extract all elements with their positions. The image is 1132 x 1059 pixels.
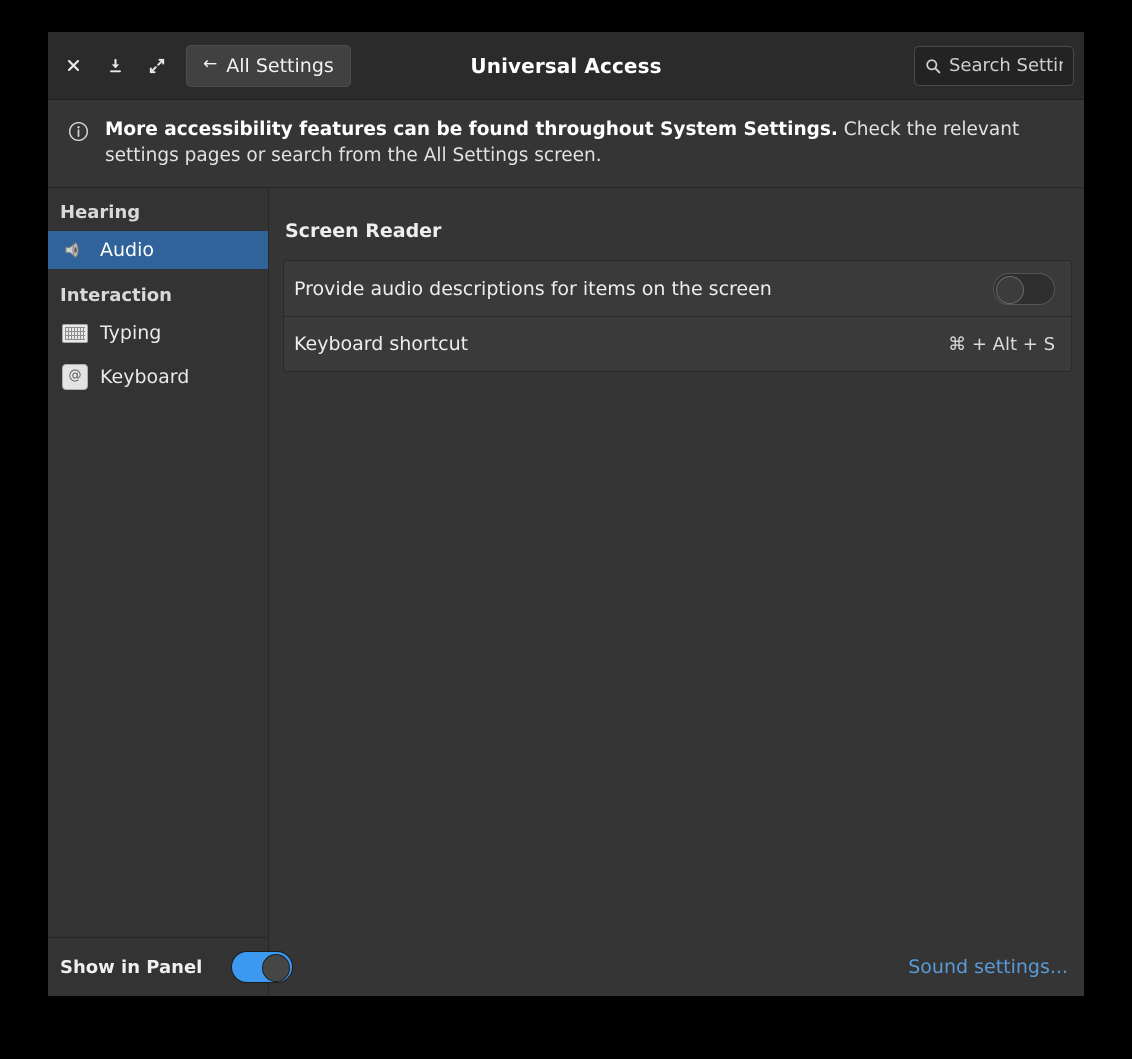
content-footer: Sound settings... (283, 938, 1072, 996)
sidebar-item-typing[interactable]: Typing (48, 314, 268, 352)
info-icon (68, 121, 89, 146)
section-title-screen-reader: Screen Reader (285, 220, 1072, 242)
sidebar-group-header-interaction: Interaction (48, 279, 268, 314)
at-key-icon: @ (62, 364, 88, 390)
toggle-knob (262, 954, 290, 982)
settings-window: ← All Settings Universal Access Search S… (48, 32, 1084, 996)
all-settings-label: All Settings (226, 55, 334, 77)
show-in-panel-toggle[interactable] (231, 951, 293, 983)
screen-reader-card: Provide audio descriptions for items on … (283, 260, 1072, 372)
speaker-icon (62, 237, 88, 263)
keyboard-icon (62, 320, 88, 346)
all-settings-button[interactable]: ← All Settings (186, 45, 351, 87)
show-in-panel-row: Show in Panel (48, 937, 268, 996)
row-label-keyboard-shortcut: Keyboard shortcut (294, 333, 948, 355)
window-controls (62, 55, 168, 77)
sidebar-item-audio[interactable]: Audio (48, 231, 268, 269)
window-body: Hearing Audio Interaction (48, 188, 1084, 996)
sidebar: Hearing Audio Interaction (48, 188, 269, 996)
sidebar-item-label-audio: Audio (100, 239, 154, 261)
sound-settings-link[interactable]: Sound settings... (908, 956, 1068, 978)
close-icon[interactable] (62, 55, 84, 77)
search-input[interactable]: Search Settin... (914, 46, 1074, 86)
sidebar-list: Hearing Audio Interaction (48, 188, 268, 937)
search-placeholder: Search Settin... (949, 55, 1063, 76)
sidebar-item-keyboard[interactable]: @ Keyboard (48, 358, 268, 396)
info-banner-text: More accessibility features can be found… (105, 117, 1055, 169)
content-spacer (283, 372, 1072, 938)
show-in-panel-label: Show in Panel (60, 957, 202, 978)
window-header-bar: ← All Settings Universal Access Search S… (48, 32, 1084, 100)
row-label-audio-descriptions: Provide audio descriptions for items on … (294, 278, 993, 300)
audio-descriptions-toggle[interactable] (993, 273, 1055, 305)
back-arrow-icon: ← (203, 56, 217, 73)
sidebar-item-label-typing: Typing (100, 322, 161, 344)
toggle-knob (996, 276, 1024, 304)
minimize-icon[interactable] (104, 55, 126, 77)
maximize-icon[interactable] (146, 55, 168, 77)
main-content: Screen Reader Provide audio descriptions… (269, 188, 1084, 996)
row-keyboard-shortcut[interactable]: Keyboard shortcut ⌘ + Alt + S (284, 316, 1071, 371)
sidebar-group-header-hearing: Hearing (48, 196, 268, 231)
keyboard-shortcut-value: ⌘ + Alt + S (948, 334, 1055, 355)
row-audio-descriptions[interactable]: Provide audio descriptions for items on … (284, 261, 1071, 316)
search-icon (925, 58, 941, 74)
sidebar-item-label-keyboard: Keyboard (100, 366, 189, 388)
info-banner-bold: More accessibility features can be found… (105, 119, 838, 140)
info-banner: More accessibility features can be found… (48, 100, 1084, 188)
